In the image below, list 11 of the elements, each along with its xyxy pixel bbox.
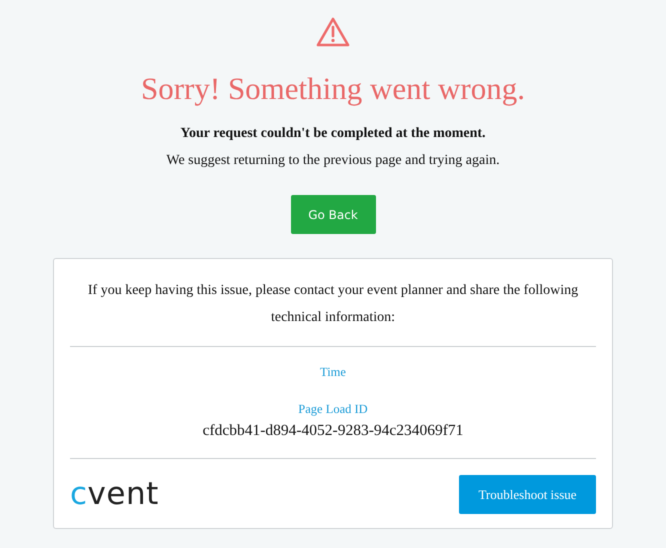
- field-label: Time: [319, 364, 347, 382]
- warning-icon: [316, 16, 350, 48]
- error-message: Your request couldn't be completed at the moment.: [180, 125, 486, 144]
- error-heading: Sorry! Something went wrong.: [140, 70, 526, 108]
- go-back-button[interactable]: Go Back: [290, 195, 376, 234]
- field-label: Page Load ID: [297, 400, 369, 418]
- logo: cvent: [70, 478, 159, 510]
- troubleshoot-button[interactable]: Troubleshoot issue: [459, 474, 596, 514]
- field-value: cfdcbb41-d894-4052-9283-94c234069f71: [202, 420, 464, 441]
- suggestion-text: We suggest returning to the previous page and trying again.: [166, 152, 500, 170]
- contact-text: If you keep having this issue, please contact your event planner and share the following technical information:: [86, 282, 580, 328]
